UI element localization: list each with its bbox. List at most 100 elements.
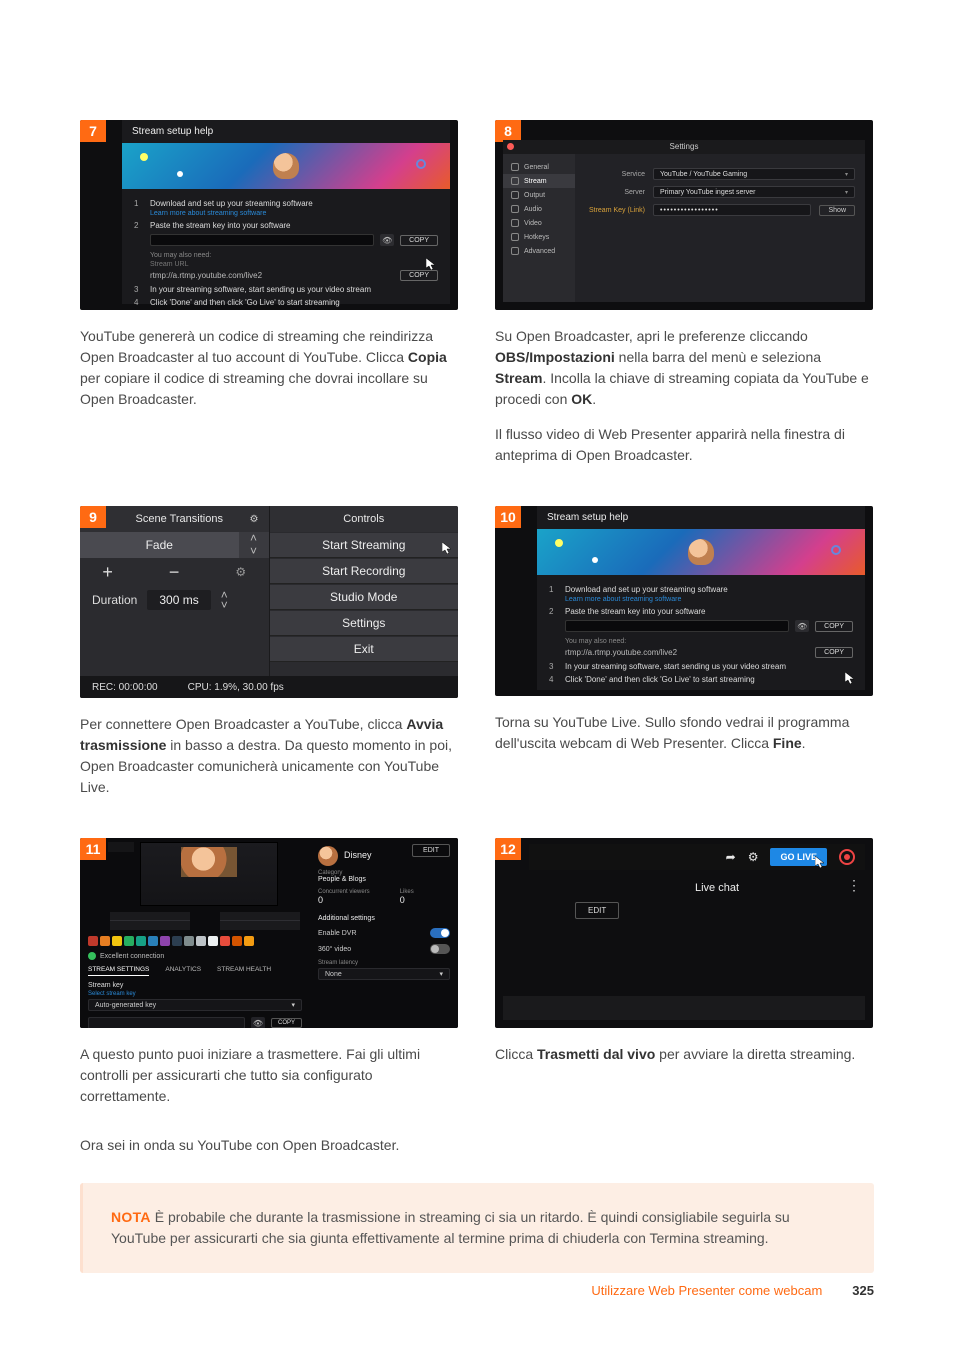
tab-analytics[interactable]: ANALYTICS xyxy=(165,966,201,976)
start-recording-button[interactable]: Start Recording xyxy=(270,558,459,584)
tab-stream-health[interactable]: STREAM HEALTH xyxy=(217,966,271,976)
enable-dvr-toggle[interactable] xyxy=(430,928,450,938)
edit-button[interactable]: EDIT xyxy=(575,902,619,919)
close-icon[interactable] xyxy=(507,143,514,150)
fade-tab[interactable]: Fade xyxy=(80,532,239,558)
figure-11: 11 Excellent connection STREAM SETTINGS … xyxy=(80,838,458,1028)
server-label: Server xyxy=(585,189,645,196)
step-badge: 11 xyxy=(80,838,106,860)
stream-title: Disney xyxy=(344,850,372,860)
live-chat-label: Live chat xyxy=(695,882,739,894)
minus-icon[interactable]: − xyxy=(169,562,180,583)
edit-button[interactable]: EDIT xyxy=(412,844,450,857)
scene-transitions-header: Scene Transitions xyxy=(136,513,223,525)
copy-button[interactable]: COPY xyxy=(400,235,438,246)
stream-key-input[interactable] xyxy=(150,234,374,246)
streamkey-input[interactable] xyxy=(88,1017,245,1028)
row2-text: Paste the stream key into your software xyxy=(150,221,438,230)
settings-sidebar: General Stream Output Audio Video Hotkey… xyxy=(503,154,575,302)
stream-key-heading: Stream key xyxy=(88,982,302,989)
cursor-icon xyxy=(442,542,452,554)
caption-8b: Il flusso video di Web Presenter apparir… xyxy=(495,424,874,466)
record-icon[interactable] xyxy=(839,849,855,865)
tab-stream-settings[interactable]: STREAM SETTINGS xyxy=(88,966,149,976)
service-select[interactable]: YouTube / YouTube Gaming▾ xyxy=(653,168,855,180)
start-streaming-button[interactable]: Start Streaming xyxy=(270,532,459,558)
you-may-also: You may also need: xyxy=(150,252,438,259)
sidebar-item-hotkeys[interactable]: Hotkeys xyxy=(503,230,575,244)
exit-button[interactable]: Exit xyxy=(270,636,459,662)
step-12: 12 ➦ ⚙ GO LIVE Live chat ⋮ EDIT Clicca T… xyxy=(495,838,874,1107)
streamkey-label: Stream Key (Link) xyxy=(585,207,645,214)
note-label: NOTA xyxy=(111,1209,151,1225)
duration-value[interactable]: 300 ms xyxy=(147,590,210,610)
step-badge: 9 xyxy=(80,506,106,528)
stream-key-input[interactable] xyxy=(565,620,789,632)
rec-status: REC: 00:00:00 xyxy=(92,682,158,693)
note-box: NOTA È probabile che durante la trasmiss… xyxy=(80,1183,874,1273)
panel-title: Stream setup help xyxy=(122,120,450,143)
streamkey-input[interactable]: ••••••••••••••••• xyxy=(653,204,811,216)
step-10: 10 Stream setup help 1Download and set u… xyxy=(495,506,874,798)
gear-icon[interactable]: ⚙ xyxy=(235,565,246,579)
stream-url: rtmp://a.rtmp.youtube.com/live2 xyxy=(150,271,394,280)
latency-select[interactable]: None▾ xyxy=(318,968,450,980)
row4-text: Click 'Done' and then click 'Go Live' to… xyxy=(150,298,438,307)
select-stream-key-link[interactable]: Select stream key xyxy=(88,991,302,997)
caption-9: Per connettere Open Broadcaster a YouTub… xyxy=(80,714,459,798)
sidebar-item-video[interactable]: Video xyxy=(503,216,575,230)
sidebar-item-stream[interactable]: Stream xyxy=(503,174,575,188)
updown-icon[interactable]: ˄˅ xyxy=(239,532,269,558)
caption-10: Torna su YouTube Live. Sullo sfondo vedr… xyxy=(495,712,874,754)
visibility-icon[interactable]: 👁 xyxy=(251,1017,265,1028)
step-8: 8 Settings General Stream Output Audio V… xyxy=(495,120,874,466)
copy-button[interactable]: COPY xyxy=(271,1018,302,1028)
enable-dvr-label: Enable DVR xyxy=(318,930,357,937)
gear-icon[interactable]: ⚙ xyxy=(250,514,259,525)
autokey-select[interactable]: Auto-generated key▾ xyxy=(88,999,302,1011)
more-icon[interactable]: ⋮ xyxy=(847,882,861,888)
preview-window xyxy=(140,842,278,906)
category-value: People & Blogs xyxy=(318,876,450,883)
copy-url-button[interactable]: COPY xyxy=(400,270,438,281)
figure-8: 8 Settings General Stream Output Audio V… xyxy=(495,120,873,310)
video-360-toggle[interactable] xyxy=(430,944,450,954)
sidebar-item-audio[interactable]: Audio xyxy=(503,202,575,216)
server-select[interactable]: Primary YouTube ingest server▾ xyxy=(653,186,855,198)
step-9: 9 Scene Transitions⚙ Fade˄˅ +−⚙ Duration… xyxy=(80,506,459,798)
step-badge: 8 xyxy=(495,120,521,142)
status-dot-icon xyxy=(88,952,96,960)
learn-more-link[interactable]: Learn more about streaming software xyxy=(565,596,681,603)
duration-label: Duration xyxy=(92,593,137,607)
sidebar-item-output[interactable]: Output xyxy=(503,188,575,202)
concurrent-viewers: 0 xyxy=(318,895,370,905)
studio-mode-button[interactable]: Studio Mode xyxy=(270,584,459,610)
plus-icon[interactable]: + xyxy=(102,562,113,583)
show-button[interactable]: Show xyxy=(819,205,855,216)
cpu-status: CPU: 1.9%, 30.00 fps xyxy=(188,682,284,693)
share-icon[interactable]: ➦ xyxy=(726,850,736,864)
row1-text: Download and set up your streaming softw… xyxy=(150,199,313,208)
step-badge: 10 xyxy=(495,506,521,528)
page-footer: Utilizzare Web Presenter come webcam 325 xyxy=(80,1283,874,1298)
copy-button[interactable]: COPY xyxy=(815,621,853,632)
figure-7: 7 Stream setup help 1Download and set up… xyxy=(80,120,458,310)
copy-url-button[interactable]: COPY xyxy=(815,647,853,658)
visibility-icon[interactable]: 👁 xyxy=(380,234,394,246)
settings-button[interactable]: Settings xyxy=(270,610,459,636)
gear-icon[interactable]: ⚙ xyxy=(748,850,759,864)
sidebar-item-advanced[interactable]: Advanced xyxy=(503,244,575,258)
hero-graphic xyxy=(537,529,865,575)
figure-9: 9 Scene Transitions⚙ Fade˄˅ +−⚙ Duration… xyxy=(80,506,458,698)
step-11: 11 Excellent connection STREAM SETTINGS … xyxy=(80,838,459,1107)
sidebar-item-general[interactable]: General xyxy=(503,160,575,174)
service-label: Service xyxy=(585,171,645,178)
stream-url-label: Stream URL xyxy=(150,261,438,268)
stepper-icon[interactable]: ˄˅ xyxy=(221,590,228,610)
caption-11: A questo punto puoi iniziare a trasmette… xyxy=(80,1044,459,1107)
learn-more-link[interactable]: Learn more about streaming software xyxy=(150,210,266,217)
step-7: 7 Stream setup help 1Download and set up… xyxy=(80,120,459,466)
visibility-icon[interactable]: 👁 xyxy=(795,620,809,632)
row3-text: In your streaming software, start sendin… xyxy=(150,285,438,294)
window-title: Settings xyxy=(503,140,865,154)
